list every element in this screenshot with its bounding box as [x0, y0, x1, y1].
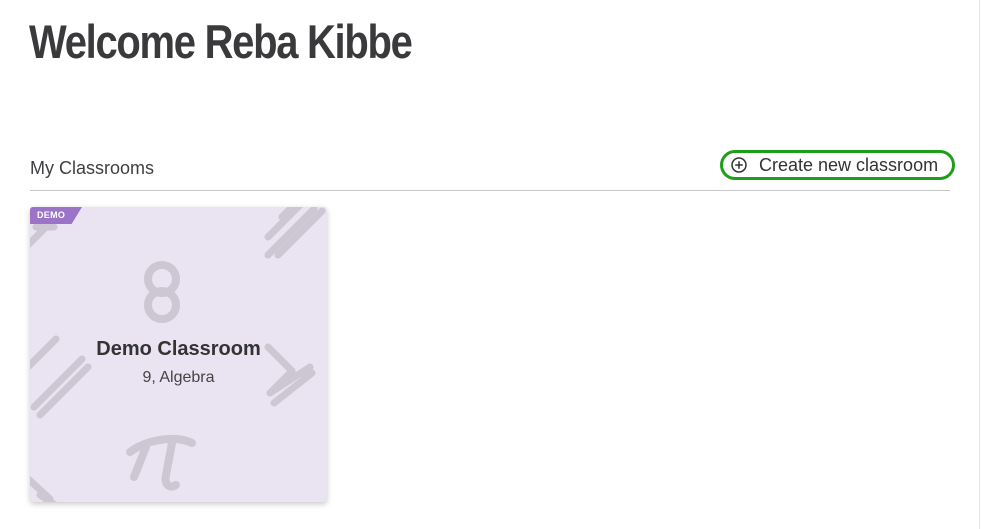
create-new-classroom-label: Create new classroom — [759, 154, 939, 175]
plus-circle-icon — [731, 157, 747, 173]
classroom-name: Demo Classroom — [96, 338, 261, 360]
my-classrooms-heading: My Classrooms — [30, 158, 155, 178]
classroom-details: 9, Algebra — [142, 369, 215, 386]
classroom-card[interactable]: DEMO Demo Classroom 9, Algebra — [30, 207, 327, 502]
section-divider — [30, 190, 950, 191]
demo-badge-label: DEMO — [37, 210, 66, 220]
content-right-border — [979, 0, 980, 529]
welcome-heading: Welcome Reba Kibbe — [29, 15, 413, 68]
create-new-classroom-button[interactable]: Create new classroom — [720, 150, 955, 180]
